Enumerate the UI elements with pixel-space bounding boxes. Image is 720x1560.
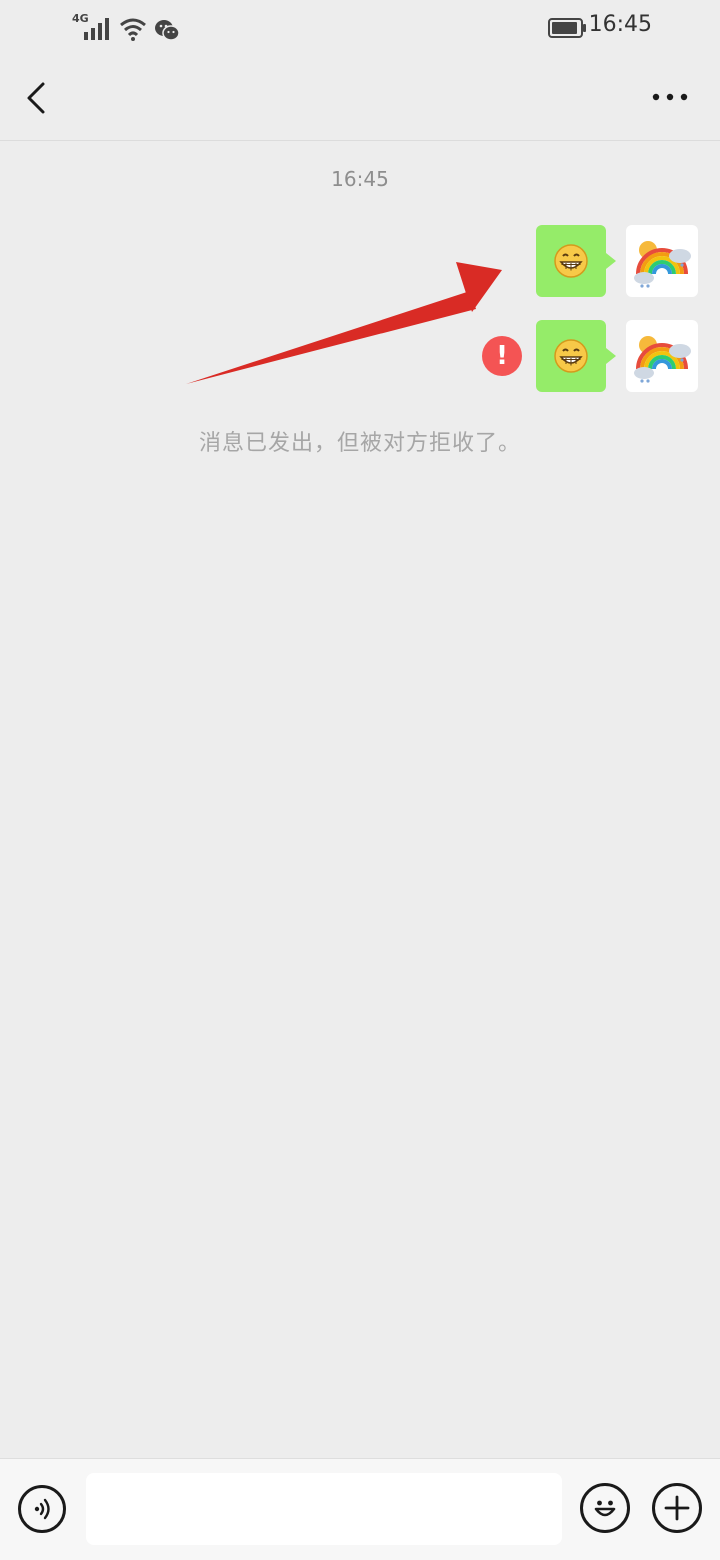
message-row <box>536 225 698 297</box>
message-text-input[interactable] <box>86 1473 562 1545</box>
grinning-face-emoji-icon <box>554 339 588 373</box>
rainbow-avatar-icon <box>634 336 691 383</box>
more-dots-icon <box>652 93 688 101</box>
message-rejected-notice: 消息已发出，但被对方拒收了。 <box>198 431 521 456</box>
status-clock: 16:45 <box>588 12 652 37</box>
chat-message-list[interactable]: 16:45 ! 消息已发出，但被对方拒收了。 <box>0 141 720 1458</box>
message-bubble[interactable] <box>536 225 616 297</box>
voice-icon <box>34 1498 50 1520</box>
my-avatar[interactable] <box>626 225 698 297</box>
emoji-icon <box>594 1500 616 1517</box>
status-bar: 4G 16:45 <box>0 0 720 56</box>
signal-icon <box>84 18 109 40</box>
send-failed-icon[interactable]: ! <box>482 336 522 376</box>
voice-input-button[interactable] <box>18 1485 66 1533</box>
wechat-icon <box>155 20 180 41</box>
chevron-left-icon <box>27 82 45 114</box>
contact-name <box>72 78 118 118</box>
message-row-failed: ! <box>482 320 698 392</box>
message-input-bar <box>0 1458 720 1560</box>
chat-screen: 4G 16:45 16:45 ! 消息已发出，但被对方拒收了。 <box>0 0 720 1560</box>
wifi-icon <box>120 18 146 41</box>
grinning-face-emoji-icon <box>554 244 588 278</box>
more-options-button[interactable] <box>650 82 690 112</box>
my-avatar[interactable] <box>626 320 698 392</box>
status-icons-left <box>70 14 180 42</box>
message-timestamp: 16:45 <box>331 167 389 191</box>
rainbow-avatar-icon <box>634 241 691 288</box>
plus-icon <box>664 1495 690 1521</box>
chat-header <box>0 56 720 141</box>
more-functions-button[interactable] <box>652 1483 702 1533</box>
back-button[interactable] <box>16 74 56 122</box>
message-bubble[interactable] <box>536 320 616 392</box>
emoji-button[interactable] <box>580 1483 630 1533</box>
battery-icon <box>548 18 586 38</box>
